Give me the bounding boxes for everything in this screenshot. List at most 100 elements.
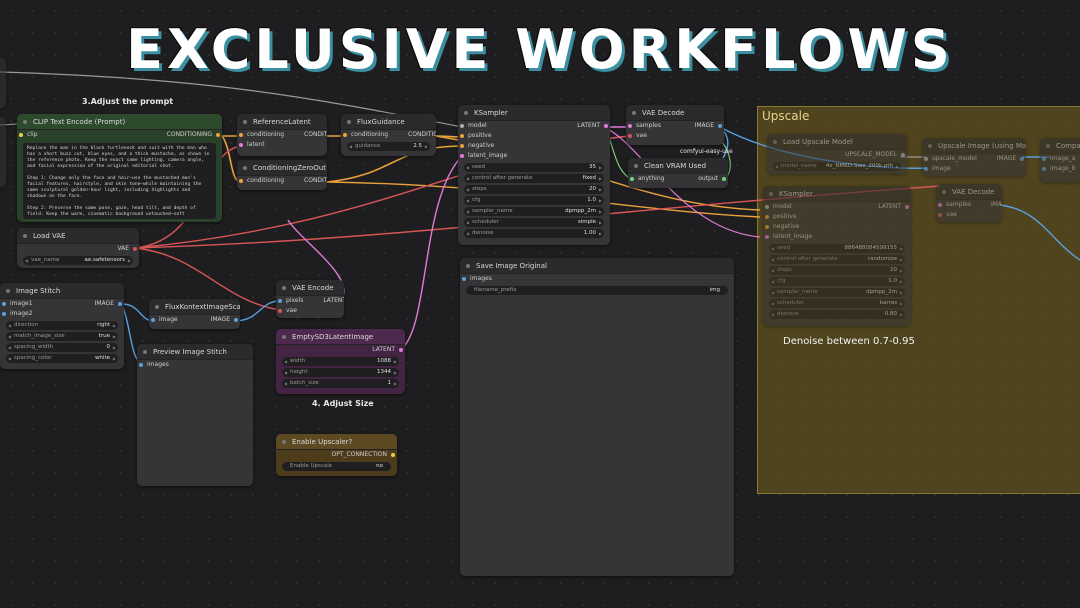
- scheduler-widget[interactable]: scheduler karras: [769, 299, 905, 308]
- load-vae-node[interactable]: Load VAE VAE vae_name ae.safetensors: [17, 228, 139, 268]
- conditioning-input[interactable]: conditioning: [341, 130, 398, 140]
- latent-output[interactable]: LATENT: [313, 296, 344, 306]
- model-input[interactable]: model: [763, 202, 837, 212]
- node-canvas[interactable]: Upscale CLIP Text Encode (Prompt) clip C…: [0, 0, 1080, 608]
- opt-connection-output[interactable]: OPT_CONNECTION: [276, 450, 397, 460]
- positive-input[interactable]: positive: [458, 131, 610, 141]
- match-image-size-toggle[interactable]: match_image_size true: [6, 332, 118, 341]
- samples-input[interactable]: samples: [936, 200, 981, 210]
- anything-input[interactable]: anything: [628, 174, 678, 184]
- widget-value: 886488084599155: [844, 245, 898, 251]
- prompt-textarea[interactable]: Replace the man in the black turtleneck …: [23, 143, 216, 219]
- negative-input[interactable]: negative: [763, 222, 911, 232]
- seed-widget[interactable]: seed 35: [464, 163, 604, 172]
- save-image-node[interactable]: Save Image Original images filename_pref…: [460, 258, 734, 576]
- seed-widget[interactable]: seed 886488084599155: [769, 244, 905, 253]
- samples-input[interactable]: samples: [626, 121, 675, 131]
- guidance-widget[interactable]: guidance 2.5: [347, 142, 430, 151]
- batch-size-widget[interactable]: batch_size 1: [282, 379, 399, 388]
- conditioning-output[interactable]: CONDITIONING: [294, 176, 327, 186]
- scheduler-widget[interactable]: scheduler simple: [464, 218, 604, 227]
- negative-input[interactable]: negative: [458, 141, 610, 151]
- spacing-width-widget[interactable]: spacing_width 0: [6, 343, 118, 352]
- conditioning-output[interactable]: CONDITIONING: [398, 130, 436, 140]
- load-upscale-model-node[interactable]: Load Upscale Model UPSCALE_MODEL model_n…: [767, 134, 907, 174]
- image-stitch-node[interactable]: Image Stitch image1 IMAGE image2 directi…: [0, 283, 124, 369]
- image-input[interactable]: image: [149, 315, 195, 325]
- conditioning-input[interactable]: conditioning: [237, 176, 294, 186]
- image-output[interactable]: IMAGE: [987, 154, 1026, 164]
- model-input[interactable]: model: [458, 121, 534, 131]
- upscale-model-input[interactable]: upscale_model: [922, 154, 987, 164]
- upscale-ksampler-node[interactable]: KSampler model LATENT positive negative …: [763, 186, 911, 326]
- vae-input[interactable]: vae: [936, 210, 1002, 220]
- vae-input[interactable]: vae: [276, 306, 344, 316]
- reference-latent-node[interactable]: ReferenceLatent conditioning CONDITIONIN…: [237, 114, 327, 156]
- sampler-name-widget[interactable]: sampler_name dpmpp_2m: [769, 288, 905, 297]
- images-input[interactable]: images: [137, 360, 253, 370]
- clean-vram-node[interactable]: Clean VRAM Used anything output: [628, 158, 728, 188]
- denoise-widget[interactable]: denoise 0.80: [769, 310, 905, 319]
- filename-prefix-widget[interactable]: filename_prefix img: [466, 286, 728, 295]
- enable-upscaler-node[interactable]: Enable Upscaler? OPT_CONNECTION Enable U…: [276, 434, 397, 476]
- image-output[interactable]: IMAGE: [195, 315, 241, 325]
- denoise-widget[interactable]: denoise 1.00: [464, 229, 604, 238]
- latent-output[interactable]: LATENT: [534, 121, 610, 131]
- positive-input[interactable]: positive: [763, 212, 911, 222]
- image-output[interactable]: IMAGE: [981, 200, 1002, 210]
- vae-decode-node[interactable]: VAE Decode samples IMAGE vae: [626, 105, 724, 145]
- ksampler-node[interactable]: KSampler model LATENT positive negative …: [458, 105, 610, 245]
- sampler-name-widget[interactable]: sampler_name dpmpp_2m: [464, 207, 604, 216]
- save-image-title: Save Image Original: [460, 258, 734, 274]
- clip-text-encode-node[interactable]: CLIP Text Encode (Prompt) clip CONDITION…: [17, 114, 222, 222]
- upscale-model-output[interactable]: UPSCALE_MODEL: [767, 150, 907, 160]
- conditioning-zero-out-node[interactable]: ConditioningZeroOut conditioning CONDITI…: [237, 160, 327, 190]
- vae-encode-node[interactable]: VAE Encode pixels LATENT vae: [276, 280, 344, 318]
- image-output[interactable]: IMAGE: [62, 299, 124, 309]
- preview-image-stitch-node[interactable]: Preview Image Stitch images: [137, 344, 253, 486]
- widget-value: 20: [890, 267, 897, 273]
- flux-guidance-node[interactable]: FluxGuidance conditioning CONDITIONING g…: [341, 114, 436, 156]
- widget-label: spacing_width: [14, 344, 54, 350]
- latent-output[interactable]: LATENT: [276, 345, 405, 355]
- upscale-image-node[interactable]: Upscale Image (using Model) upscale_mode…: [922, 138, 1026, 176]
- image-output[interactable]: IMAGE: [675, 121, 724, 131]
- width-widget[interactable]: width 1088: [282, 357, 399, 366]
- conditioning-input[interactable]: conditioning: [237, 130, 294, 140]
- flux-kontext-scale-node[interactable]: FluxKontextImageScale image IMAGE: [149, 299, 240, 329]
- spacing-color-widget[interactable]: spacing_color white: [6, 354, 118, 363]
- image2-input[interactable]: image2: [0, 309, 124, 319]
- clip-input[interactable]: clip: [17, 130, 120, 140]
- vae-output[interactable]: VAE: [17, 244, 139, 254]
- direction-widget[interactable]: direction right: [6, 321, 118, 330]
- vae-input[interactable]: vae: [626, 131, 724, 141]
- images-input[interactable]: images: [460, 274, 734, 284]
- control-after-generate-widget[interactable]: control after generate fixed: [464, 174, 604, 183]
- empty-latent-image-node[interactable]: EmptySD3LatentImage LATENT width 1088 hei…: [276, 329, 405, 394]
- compare-node[interactable]: Compare image_a image_b: [1040, 138, 1080, 182]
- height-widget[interactable]: height 1344: [282, 368, 399, 377]
- enable-upscale-toggle[interactable]: Enable Upscale no: [282, 462, 391, 471]
- offscreen-node-mid[interactable]: [0, 117, 6, 187]
- control-after-generate-widget[interactable]: control after generate randomize: [769, 255, 905, 264]
- steps-widget[interactable]: steps 20: [769, 266, 905, 275]
- cfg-widget[interactable]: cfg 1.0: [769, 277, 905, 286]
- widget-label: scheduler: [472, 219, 499, 225]
- latent-output[interactable]: LATENT: [837, 202, 911, 212]
- conditioning-output[interactable]: CONDITIONING: [120, 130, 223, 140]
- upscale-vae-decode-node[interactable]: VAE Decode samples IMAGE vae: [936, 184, 1002, 222]
- latent-input[interactable]: latent: [237, 140, 327, 150]
- latent-image-input[interactable]: latent_image: [763, 232, 911, 242]
- steps-widget[interactable]: steps 20: [464, 185, 604, 194]
- image-input[interactable]: image: [922, 164, 1026, 174]
- image-a-input[interactable]: image_a: [1040, 154, 1080, 164]
- vae-name-widget[interactable]: vae_name ae.safetensors: [23, 256, 133, 265]
- output-output[interactable]: output: [678, 174, 728, 184]
- image1-input[interactable]: image1: [0, 299, 62, 309]
- latent-image-input[interactable]: latent_image: [458, 151, 610, 161]
- cfg-widget[interactable]: cfg 1.0: [464, 196, 604, 205]
- conditioning-output[interactable]: CONDITIONING: [294, 130, 327, 140]
- pixels-input[interactable]: pixels: [276, 296, 313, 306]
- model-name-widget[interactable]: model_name 4x_NMKD-Siax_200k.pth: [773, 162, 901, 171]
- image-b-input[interactable]: image_b: [1040, 164, 1080, 174]
